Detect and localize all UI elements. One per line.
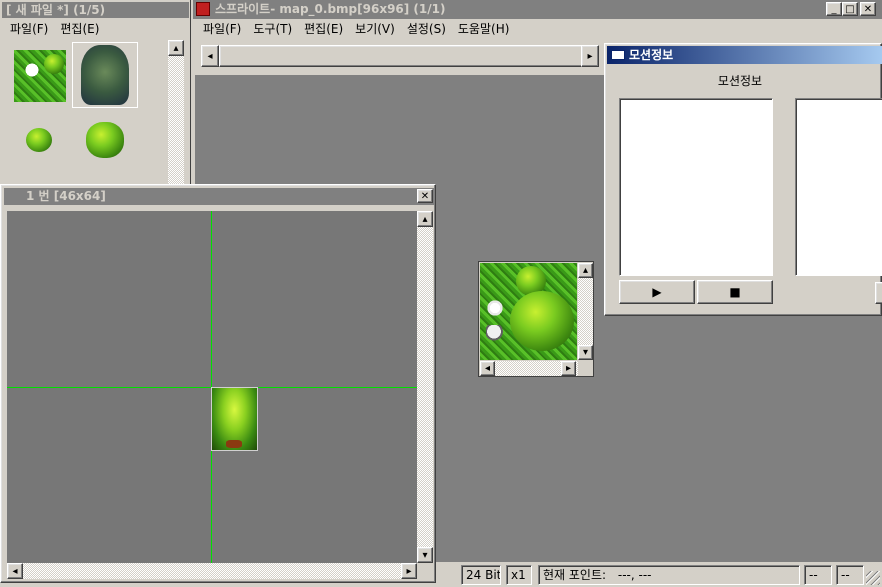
status-point: 현재 포인트: ---, ---	[538, 565, 800, 585]
window-icon	[611, 50, 625, 60]
frame-hscroll-right[interactable]: ▸	[401, 563, 417, 579]
preview-hscroll-right[interactable]: ▸	[561, 361, 576, 376]
sprite-preview-image	[480, 263, 577, 360]
motion-header: 모션정보	[717, 74, 763, 88]
status-point-label: 현재 포인트:	[543, 568, 607, 582]
main-menu-bar: 파일(F) 도구(T) 편집(E) 보기(V) 설정(S) 도움말(H)	[197, 19, 877, 39]
main-window-title: 스프라이트- map_0.bmp[96x96] (1/1)	[215, 2, 446, 16]
status-cell-b: --	[836, 565, 864, 585]
status-zoom: x1	[506, 565, 532, 585]
menu-help[interactable]: 도움말(H)	[458, 19, 510, 39]
stop-icon: ■	[729, 285, 741, 299]
flower-icon	[486, 299, 504, 317]
file-window-title-bar[interactable]: [ 새 파일 *] (1/5)	[2, 2, 189, 18]
status-cell-a: --	[804, 565, 832, 585]
sprite-preview-frame: ▴ ▾ ◂ ▸	[478, 261, 594, 377]
frame-vscroll[interactable]	[417, 211, 433, 563]
motion-title-bar[interactable]: 모션정보	[607, 46, 882, 64]
maximize-icon: □	[845, 3, 855, 15]
app-icon	[196, 2, 210, 16]
frame-title-bar[interactable]: 1 번 [46x64]	[4, 188, 434, 205]
file-window: [ 새 파일 *] (1/5) 파일(F) 편집(E) ▴	[0, 0, 191, 186]
menu-file[interactable]: 파일(F)	[203, 19, 241, 39]
thumbnail-2-selected[interactable]	[72, 42, 138, 108]
close-button[interactable]: ✕	[860, 2, 876, 16]
motion-window-title: 모션정보	[629, 48, 674, 62]
frame-sprite[interactable]	[211, 387, 258, 451]
preview-vscroll-up[interactable]: ▴	[578, 263, 593, 278]
toolbar-scroll-thumb[interactable]	[219, 45, 583, 67]
close-icon: ✕	[420, 190, 430, 202]
status-point-value: ---, ---	[617, 568, 652, 582]
file-menu-file[interactable]: 파일(F)	[10, 19, 48, 39]
play-icon: ▶	[652, 285, 662, 299]
frame-hscroll[interactable]	[7, 563, 417, 579]
thumbnail-bush-icon	[44, 54, 64, 74]
preview-vscroll-down[interactable]: ▾	[578, 345, 593, 360]
toolbar-scroll-right[interactable]: ▸	[581, 45, 599, 67]
thumbnail-4[interactable]	[86, 122, 124, 158]
status-bits: 24 Bit	[461, 565, 501, 585]
thumbnail-flower-icon	[22, 60, 42, 80]
main-title-bar[interactable]: 스프라이트- map_0.bmp[96x96] (1/1)	[193, 0, 882, 19]
frame-vscroll-down[interactable]: ▾	[417, 547, 433, 563]
file-vscroll[interactable]	[168, 40, 184, 186]
thumbnail-3[interactable]	[26, 128, 52, 152]
resize-grip-icon[interactable]	[866, 571, 880, 585]
motion-list-left[interactable]	[619, 98, 773, 276]
frame-close-button[interactable]: ✕	[417, 189, 433, 203]
preview-hscroll-left[interactable]: ◂	[480, 361, 495, 376]
frame-vscroll-up[interactable]: ▴	[417, 211, 433, 227]
minimize-icon: _	[831, 3, 837, 15]
menu-view[interactable]: 보기(V)	[355, 19, 395, 39]
motion-info-window: 모션정보 모션정보 ▶ ■	[604, 43, 882, 316]
motion-list-right[interactable]	[795, 98, 882, 276]
stop-button[interactable]: ■	[697, 280, 773, 304]
thumbnail-panel	[6, 40, 166, 186]
minimize-button[interactable]: _	[826, 2, 842, 16]
file-window-title: [ 새 파일 *] (1/5)	[6, 3, 106, 17]
frame-window-title: 1 번 [46x64]	[26, 189, 106, 203]
file-menu-bar: 파일(F) 편집(E)	[4, 19, 184, 39]
frame-hscroll-left[interactable]: ◂	[7, 563, 23, 579]
bush-large	[510, 291, 574, 351]
tree-trunk-icon	[226, 440, 242, 448]
file-vscroll-up[interactable]: ▴	[168, 40, 184, 56]
motion-extra-button[interactable]	[875, 282, 882, 304]
thumbnail-1[interactable]	[14, 50, 66, 102]
close-icon: ✕	[863, 3, 873, 15]
menu-edit[interactable]: 편집(E)	[304, 19, 343, 39]
skeleton-icon	[486, 325, 506, 347]
menu-settings[interactable]: 설정(S)	[407, 19, 446, 39]
thumbnail-2-image	[81, 45, 129, 105]
frame-canvas[interactable]	[7, 211, 417, 563]
maximize-button[interactable]: □	[842, 2, 858, 16]
play-button[interactable]: ▶	[619, 280, 695, 304]
menu-tools[interactable]: 도구(T)	[253, 19, 292, 39]
toolbar-scroll-left[interactable]: ◂	[201, 45, 219, 67]
file-menu-edit[interactable]: 편집(E)	[60, 19, 99, 39]
frame-window: 1 번 [46x64] ✕ ▴ ▾ ◂ ▸	[0, 184, 436, 583]
